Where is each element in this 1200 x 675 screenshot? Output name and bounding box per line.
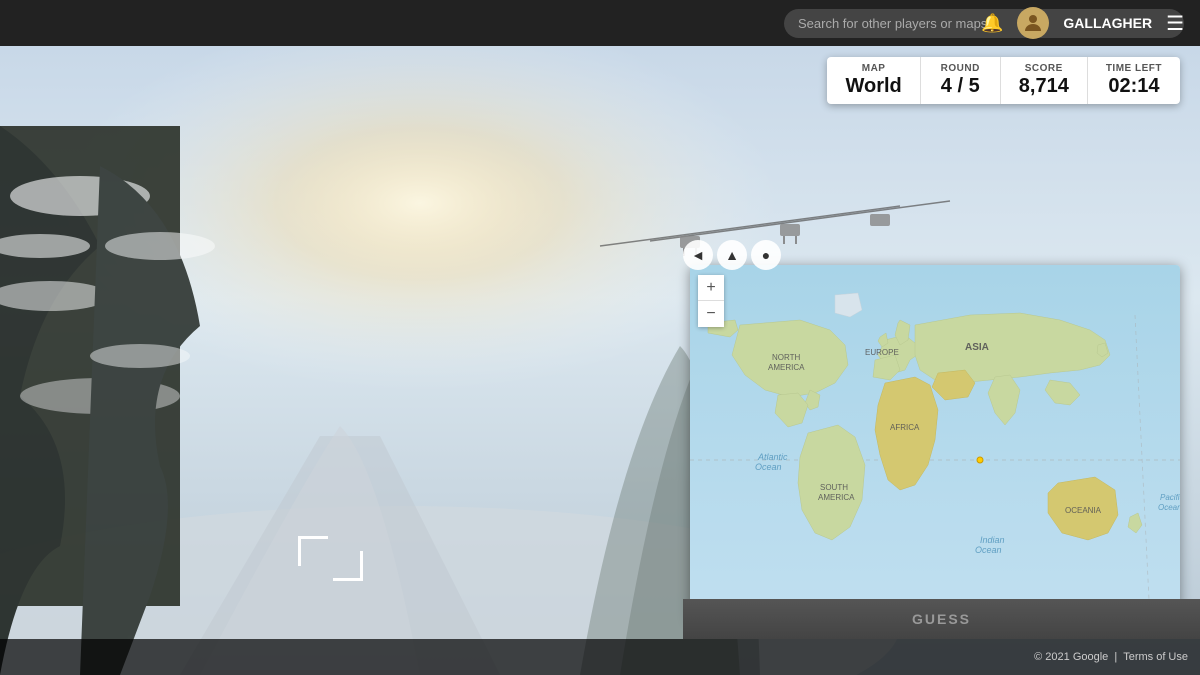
nav-right: 🔔 GALLAGHER ☰ bbox=[981, 7, 1184, 39]
svg-text:EUROPE: EUROPE bbox=[865, 348, 899, 357]
hud-map: MAP World bbox=[827, 57, 920, 104]
hud-round: ROUND 4 / 5 bbox=[921, 57, 1001, 104]
world-map: Atlantic Ocean Indian Ocean Pacific Ocea… bbox=[690, 265, 1180, 620]
svg-text:AFRICA: AFRICA bbox=[890, 423, 920, 432]
copyright-text: © 2021 Google | Terms of Use bbox=[1034, 651, 1188, 663]
hud-score: SCORE 8,714 bbox=[1001, 57, 1088, 104]
zoom-out-button[interactable]: − bbox=[698, 301, 724, 327]
nav-up-button[interactable]: ▲ bbox=[717, 240, 747, 270]
footer-terms-link[interactable]: Terms of Use bbox=[1123, 651, 1188, 663]
nav-left-button[interactable]: ◄ bbox=[683, 240, 713, 270]
hud-time: TIME LEFT 02:14 bbox=[1088, 57, 1180, 104]
username: GALLAGHER bbox=[1063, 15, 1152, 31]
map-container[interactable]: Atlantic Ocean Indian Ocean Pacific Ocea… bbox=[690, 265, 1180, 620]
guess-button[interactable]: GUESS bbox=[683, 599, 1200, 639]
road-marker-bottomright bbox=[330, 495, 370, 525]
navbar: 🔔 GALLAGHER ☰ bbox=[0, 0, 1200, 46]
svg-text:ASIA: ASIA bbox=[965, 342, 989, 353]
nav-right-button[interactable]: ● bbox=[751, 240, 781, 270]
hud-map-value: World bbox=[845, 74, 901, 98]
svg-text:Pacific: Pacific bbox=[1160, 493, 1180, 502]
road-marker-topleft bbox=[290, 485, 330, 515]
menu-icon[interactable]: ☰ bbox=[1166, 11, 1184, 36]
hud-score-value: 8,714 bbox=[1019, 74, 1069, 98]
hud-panel: MAP World ROUND 4 / 5 SCORE 8,714 TIME L… bbox=[827, 57, 1180, 104]
svg-text:Ocean: Ocean bbox=[1158, 503, 1180, 512]
hud-time-label: TIME LEFT bbox=[1106, 63, 1162, 74]
zoom-in-button[interactable]: + bbox=[698, 275, 724, 301]
svg-text:SOUTH: SOUTH bbox=[820, 483, 848, 492]
hud-round-value: 4 / 5 bbox=[939, 74, 982, 98]
svg-text:NORTH: NORTH bbox=[772, 353, 801, 362]
svg-text:OCEANIA: OCEANIA bbox=[1065, 506, 1102, 515]
guess-bar[interactable]: GUESS bbox=[683, 599, 1200, 639]
svg-text:Ocean: Ocean bbox=[975, 545, 1002, 555]
copyright: © 2021 Google bbox=[1034, 651, 1108, 663]
nav-arrows: ◄ ▲ ● bbox=[683, 240, 781, 270]
svg-text:AMERICA: AMERICA bbox=[818, 493, 855, 502]
hud-round-label: ROUND bbox=[939, 63, 982, 74]
svg-text:Atlantic: Atlantic bbox=[757, 452, 788, 462]
svg-text:Ocean: Ocean bbox=[755, 462, 782, 472]
svg-text:AMERICA: AMERICA bbox=[768, 363, 805, 372]
map-zoom-controls: + − bbox=[698, 275, 724, 327]
avatar bbox=[1017, 7, 1049, 39]
bottom-bar: © 2021 Google | Terms of Use bbox=[0, 639, 1200, 675]
hud-map-label: MAP bbox=[845, 63, 901, 74]
bell-icon[interactable]: 🔔 bbox=[981, 13, 1003, 34]
hud-score-label: SCORE bbox=[1019, 63, 1069, 74]
hud-time-value: 02:14 bbox=[1106, 74, 1162, 98]
svg-text:Indian: Indian bbox=[980, 535, 1005, 545]
